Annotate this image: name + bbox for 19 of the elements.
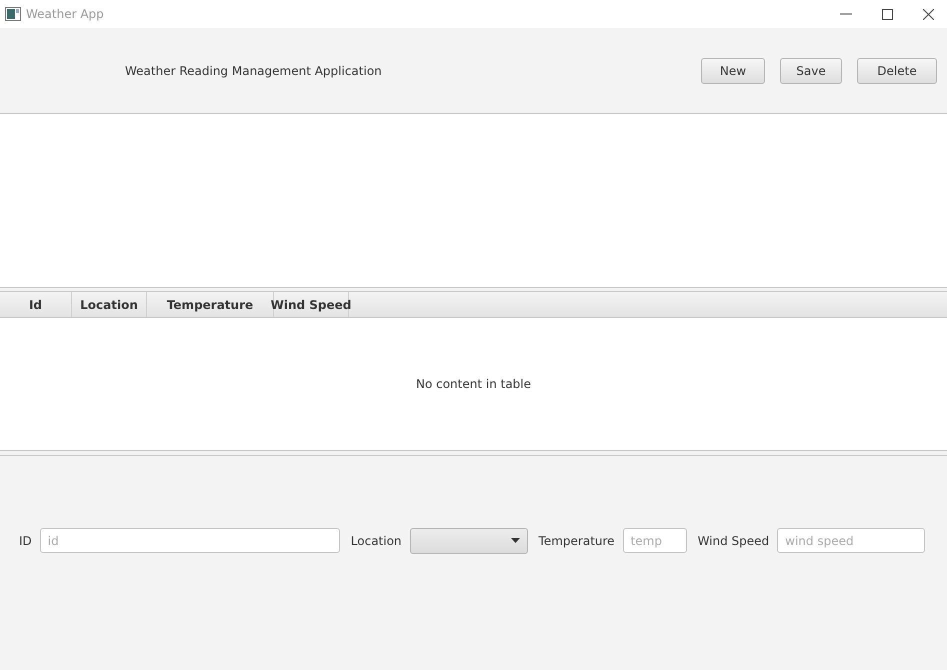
input-field[interactable]: id [40,528,340,553]
field-label: Wind Speed [698,534,770,548]
input-field[interactable]: wind speed [777,528,926,553]
column-header[interactable]: Id [0,292,72,317]
empty-table-message: No content in table [416,377,532,391]
input-field[interactable]: temp [622,528,687,553]
app-heading: Weather Reading Management Application [125,64,382,78]
toolbar-button[interactable]: Save [780,58,842,84]
toolbar-button[interactable]: Delete [857,58,937,84]
maximize-icon[interactable] [882,8,893,20]
field-label: Temperature [538,534,615,548]
window-title: Weather App [26,7,104,21]
toolbar-button[interactable]: New [701,58,765,84]
field-label: Location [350,534,402,548]
close-icon[interactable] [923,8,934,20]
field-label: ID [19,534,32,548]
app-icon [5,7,21,21]
column-header[interactable]: Location [72,292,147,317]
dropdown-arrow-icon [510,538,520,543]
